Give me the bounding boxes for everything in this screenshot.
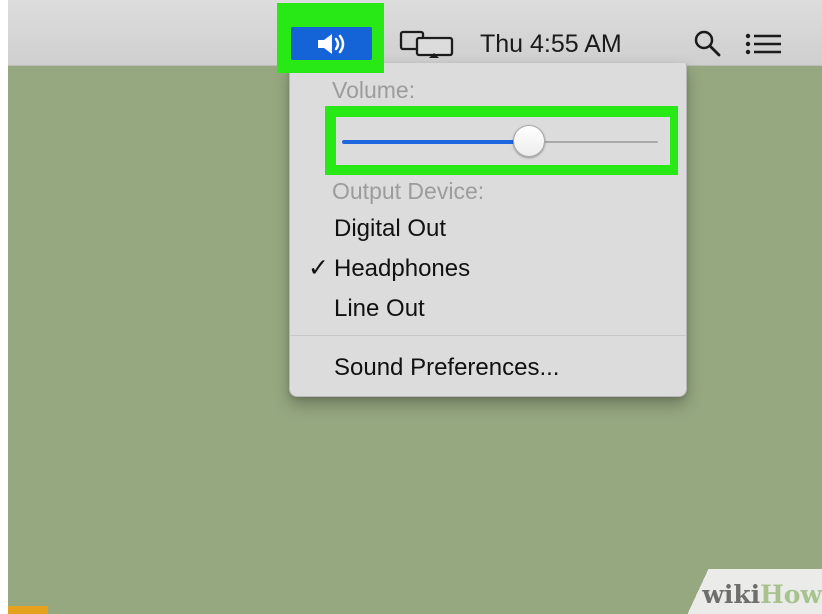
search-icon[interactable] <box>694 29 722 59</box>
sound-preferences-menu-item[interactable]: Sound Preferences... <box>290 349 686 389</box>
output-device-label: Headphones <box>334 255 471 282</box>
wikihow-wiki-text: wiki <box>702 580 761 609</box>
volume-slider-empty-track <box>526 141 658 143</box>
output-device-label: Line Out <box>334 295 425 322</box>
sound-dropdown-menu: Volume: Output Device: Digital Out ✓ Hea… <box>289 63 687 397</box>
checkmark-icon: ✓ <box>308 254 329 282</box>
display-mirroring-icon[interactable] <box>398 28 456 60</box>
menu-bar: Thu 4:55 AM <box>8 0 822 73</box>
menu-bar-clock[interactable]: Thu 4:55 AM <box>480 26 622 62</box>
wikihow-how-text: How <box>760 580 822 609</box>
output-device-line-out[interactable]: Line Out <box>290 290 686 330</box>
output-device-label: Output Device: <box>332 178 485 204</box>
output-device-digital-out[interactable]: Digital Out <box>290 210 686 250</box>
notification-list-icon[interactable] <box>744 30 784 58</box>
left-edge-marker <box>8 606 48 614</box>
output-device-label: Digital Out <box>334 215 447 242</box>
volume-slider-filled-track <box>342 140 528 144</box>
volume-slider-knob[interactable] <box>513 125 545 157</box>
volume-label: Volume: <box>332 77 416 103</box>
sound-preferences-label: Sound Preferences... <box>334 354 560 381</box>
output-device-headphones[interactable]: ✓ Headphones <box>290 250 686 290</box>
menu-separator <box>290 335 686 336</box>
desktop-screen: Thu 4:55 AM Volume: Output Device: Digit… <box>8 0 822 614</box>
speaker-volume-icon <box>318 34 345 54</box>
wikihow-logo: wikiHow <box>702 579 822 611</box>
wikihow-watermark: wikiHow <box>682 569 822 614</box>
volume-slider[interactable] <box>336 117 670 165</box>
sound-menu-button[interactable] <box>291 27 372 60</box>
